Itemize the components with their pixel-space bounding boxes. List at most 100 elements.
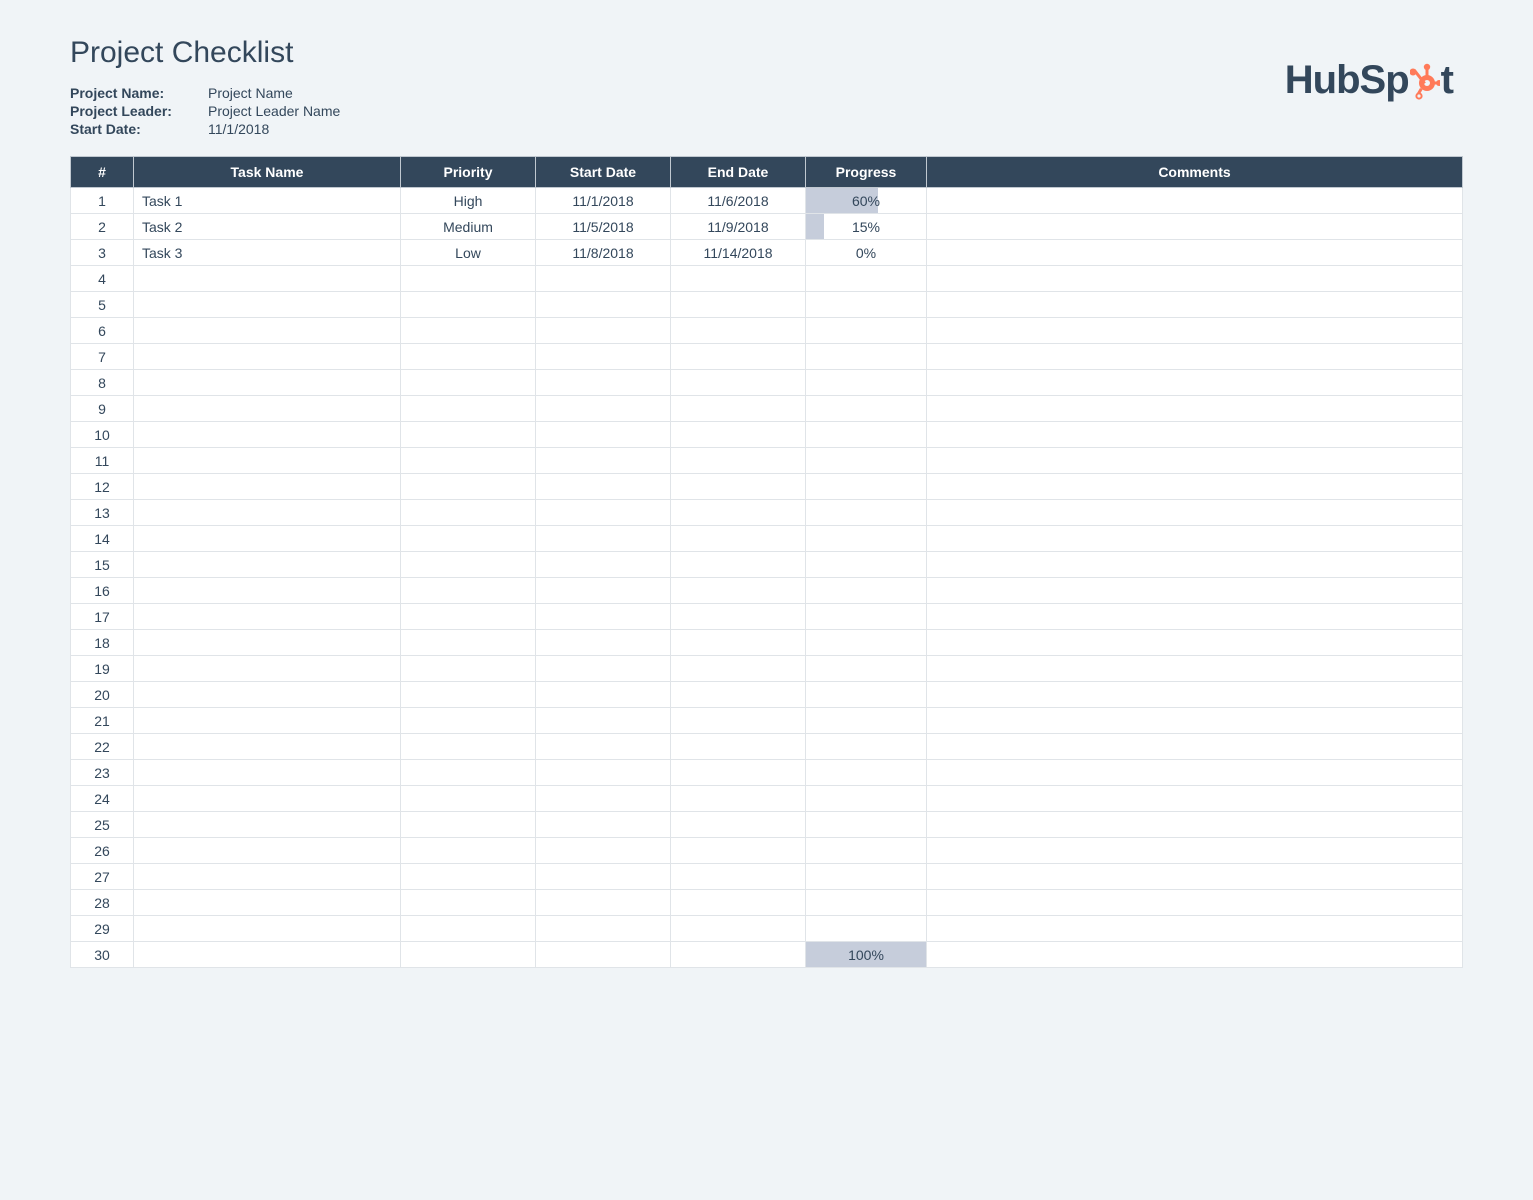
- cell-task[interactable]: [134, 942, 401, 968]
- cell-num[interactable]: 8: [71, 370, 134, 396]
- cell-start[interactable]: [536, 734, 671, 760]
- cell-comments[interactable]: [927, 812, 1463, 838]
- cell-task[interactable]: [134, 552, 401, 578]
- cell-start[interactable]: [536, 318, 671, 344]
- cell-task[interactable]: [134, 890, 401, 916]
- cell-progress[interactable]: [806, 604, 927, 630]
- cell-num[interactable]: 2: [71, 214, 134, 240]
- cell-progress[interactable]: [806, 656, 927, 682]
- cell-end[interactable]: [671, 552, 806, 578]
- cell-priority[interactable]: [401, 942, 536, 968]
- cell-num[interactable]: 21: [71, 708, 134, 734]
- cell-num[interactable]: 6: [71, 318, 134, 344]
- cell-progress[interactable]: [806, 838, 927, 864]
- cell-comments[interactable]: [927, 838, 1463, 864]
- cell-progress[interactable]: 60%: [806, 188, 927, 214]
- cell-progress[interactable]: [806, 864, 927, 890]
- cell-end[interactable]: [671, 500, 806, 526]
- cell-progress[interactable]: [806, 500, 927, 526]
- cell-progress[interactable]: 0%: [806, 240, 927, 266]
- cell-comments[interactable]: [927, 526, 1463, 552]
- cell-task[interactable]: [134, 344, 401, 370]
- cell-end[interactable]: [671, 344, 806, 370]
- cell-priority[interactable]: [401, 370, 536, 396]
- cell-priority[interactable]: [401, 708, 536, 734]
- cell-comments[interactable]: [927, 318, 1463, 344]
- cell-comments[interactable]: [927, 474, 1463, 500]
- cell-comments[interactable]: [927, 916, 1463, 942]
- cell-task[interactable]: [134, 630, 401, 656]
- cell-num[interactable]: 27: [71, 864, 134, 890]
- cell-num[interactable]: 15: [71, 552, 134, 578]
- cell-task[interactable]: [134, 734, 401, 760]
- cell-end[interactable]: 11/6/2018: [671, 188, 806, 214]
- cell-start[interactable]: [536, 344, 671, 370]
- cell-start[interactable]: [536, 396, 671, 422]
- cell-comments[interactable]: [927, 786, 1463, 812]
- cell-task[interactable]: Task 1: [134, 188, 401, 214]
- cell-comments[interactable]: [927, 240, 1463, 266]
- cell-progress[interactable]: [806, 344, 927, 370]
- cell-end[interactable]: [671, 890, 806, 916]
- cell-end[interactable]: [671, 448, 806, 474]
- cell-num[interactable]: 4: [71, 266, 134, 292]
- cell-progress[interactable]: [806, 266, 927, 292]
- cell-start[interactable]: [536, 448, 671, 474]
- cell-end[interactable]: [671, 630, 806, 656]
- cell-task[interactable]: Task 3: [134, 240, 401, 266]
- cell-progress[interactable]: [806, 448, 927, 474]
- cell-progress[interactable]: 100%: [806, 942, 927, 968]
- cell-start[interactable]: [536, 526, 671, 552]
- cell-task[interactable]: [134, 474, 401, 500]
- cell-end[interactable]: [671, 526, 806, 552]
- cell-num[interactable]: 11: [71, 448, 134, 474]
- cell-priority[interactable]: [401, 812, 536, 838]
- cell-priority[interactable]: [401, 552, 536, 578]
- cell-num[interactable]: 13: [71, 500, 134, 526]
- cell-end[interactable]: [671, 604, 806, 630]
- cell-num[interactable]: 19: [71, 656, 134, 682]
- cell-end[interactable]: 11/9/2018: [671, 214, 806, 240]
- cell-priority[interactable]: [401, 786, 536, 812]
- cell-progress[interactable]: [806, 916, 927, 942]
- cell-task[interactable]: [134, 500, 401, 526]
- cell-comments[interactable]: [927, 396, 1463, 422]
- cell-priority[interactable]: [401, 864, 536, 890]
- cell-start[interactable]: [536, 500, 671, 526]
- cell-comments[interactable]: [927, 578, 1463, 604]
- cell-num[interactable]: 26: [71, 838, 134, 864]
- cell-task[interactable]: [134, 656, 401, 682]
- cell-comments[interactable]: [927, 370, 1463, 396]
- cell-progress[interactable]: [806, 734, 927, 760]
- cell-priority[interactable]: Medium: [401, 214, 536, 240]
- cell-priority[interactable]: [401, 500, 536, 526]
- cell-progress[interactable]: [806, 318, 927, 344]
- cell-comments[interactable]: [927, 266, 1463, 292]
- cell-num[interactable]: 22: [71, 734, 134, 760]
- cell-priority[interactable]: [401, 656, 536, 682]
- cell-num[interactable]: 25: [71, 812, 134, 838]
- cell-num[interactable]: 29: [71, 916, 134, 942]
- cell-end[interactable]: [671, 474, 806, 500]
- cell-num[interactable]: 3: [71, 240, 134, 266]
- cell-comments[interactable]: [927, 682, 1463, 708]
- cell-comments[interactable]: [927, 708, 1463, 734]
- cell-comments[interactable]: [927, 604, 1463, 630]
- cell-progress[interactable]: [806, 630, 927, 656]
- cell-progress[interactable]: [806, 526, 927, 552]
- cell-priority[interactable]: [401, 266, 536, 292]
- cell-start[interactable]: [536, 422, 671, 448]
- cell-comments[interactable]: [927, 214, 1463, 240]
- cell-progress[interactable]: [806, 682, 927, 708]
- cell-end[interactable]: [671, 292, 806, 318]
- cell-priority[interactable]: [401, 890, 536, 916]
- cell-start[interactable]: [536, 604, 671, 630]
- cell-start[interactable]: [536, 838, 671, 864]
- cell-progress[interactable]: [806, 552, 927, 578]
- cell-task[interactable]: [134, 578, 401, 604]
- cell-start[interactable]: 11/5/2018: [536, 214, 671, 240]
- cell-task[interactable]: [134, 422, 401, 448]
- cell-priority[interactable]: [401, 682, 536, 708]
- cell-task[interactable]: [134, 812, 401, 838]
- cell-start[interactable]: [536, 656, 671, 682]
